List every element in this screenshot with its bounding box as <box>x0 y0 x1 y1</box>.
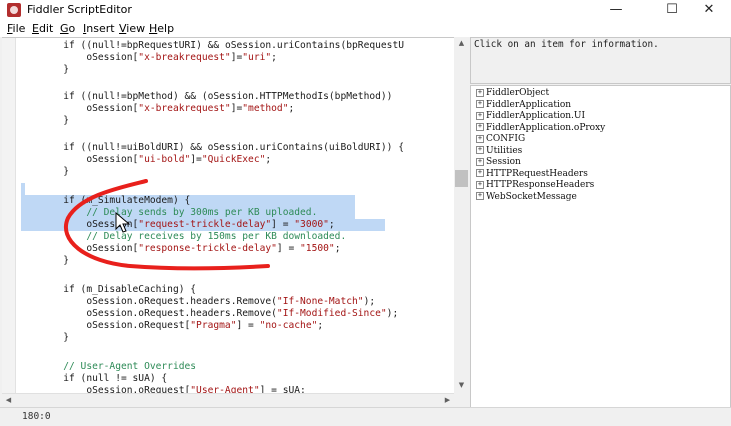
scroll-left-arrow-icon[interactable]: ◀ <box>2 394 15 407</box>
class-explorer-tree[interactable]: + FiddlerObject + FiddlerApplication + Fidd… <box>470 85 731 408</box>
info-pane: Click on an item for information. <box>470 37 731 84</box>
expand-plus-icon[interactable]: + <box>476 169 484 177</box>
tree-item[interactable]: + FiddlerApplication.UI <box>476 111 585 122</box>
tree-item[interactable]: + WebSocketMessage <box>476 192 577 203</box>
cursor-position: 180:0 <box>22 411 51 422</box>
tree-item[interactable]: + FiddlerApplication.oProxy <box>476 123 605 134</box>
expand-plus-icon[interactable]: + <box>476 100 484 108</box>
scroll-down-arrow-icon[interactable]: ▼ <box>455 379 468 392</box>
tree-item[interactable]: + FiddlerObject <box>476 88 549 99</box>
status-bar: 180:0 <box>0 407 731 426</box>
tree-item[interactable]: + Utilities <box>476 146 522 157</box>
tree-item[interactable]: + HTTPRequestHeaders <box>476 169 588 180</box>
expand-plus-icon[interactable]: + <box>476 180 484 189</box>
editor-scroll-thumb[interactable] <box>455 170 468 187</box>
info-text: Click on an item for information. <box>474 39 659 50</box>
expand-plus-icon[interactable]: + <box>476 146 484 154</box>
tree-item[interactable]: + HTTPResponseHeaders <box>476 180 594 191</box>
editor-horizontal-scrollbar[interactable]: ◀ ▶ <box>2 393 454 408</box>
expand-plus-icon[interactable]: + <box>476 123 484 131</box>
scroll-up-arrow-icon[interactable]: ▲ <box>455 37 468 50</box>
scroll-right-arrow-icon[interactable]: ▶ <box>441 394 454 407</box>
expand-plus-icon[interactable]: + <box>476 88 484 97</box>
red-annotation-circle <box>64 179 270 271</box>
tree-item[interactable]: + CONFIG <box>476 134 525 145</box>
tree-item[interactable]: + Session <box>476 157 521 168</box>
expand-plus-icon[interactable]: + <box>476 134 484 143</box>
mouse-cursor-icon <box>115 211 131 233</box>
tree-item[interactable]: + FiddlerApplication <box>476 100 571 111</box>
expand-plus-icon[interactable]: + <box>476 111 484 120</box>
expand-plus-icon[interactable]: + <box>476 192 484 200</box>
editor-vertical-scrollbar[interactable] <box>455 37 468 393</box>
expand-plus-icon[interactable]: + <box>476 157 484 166</box>
